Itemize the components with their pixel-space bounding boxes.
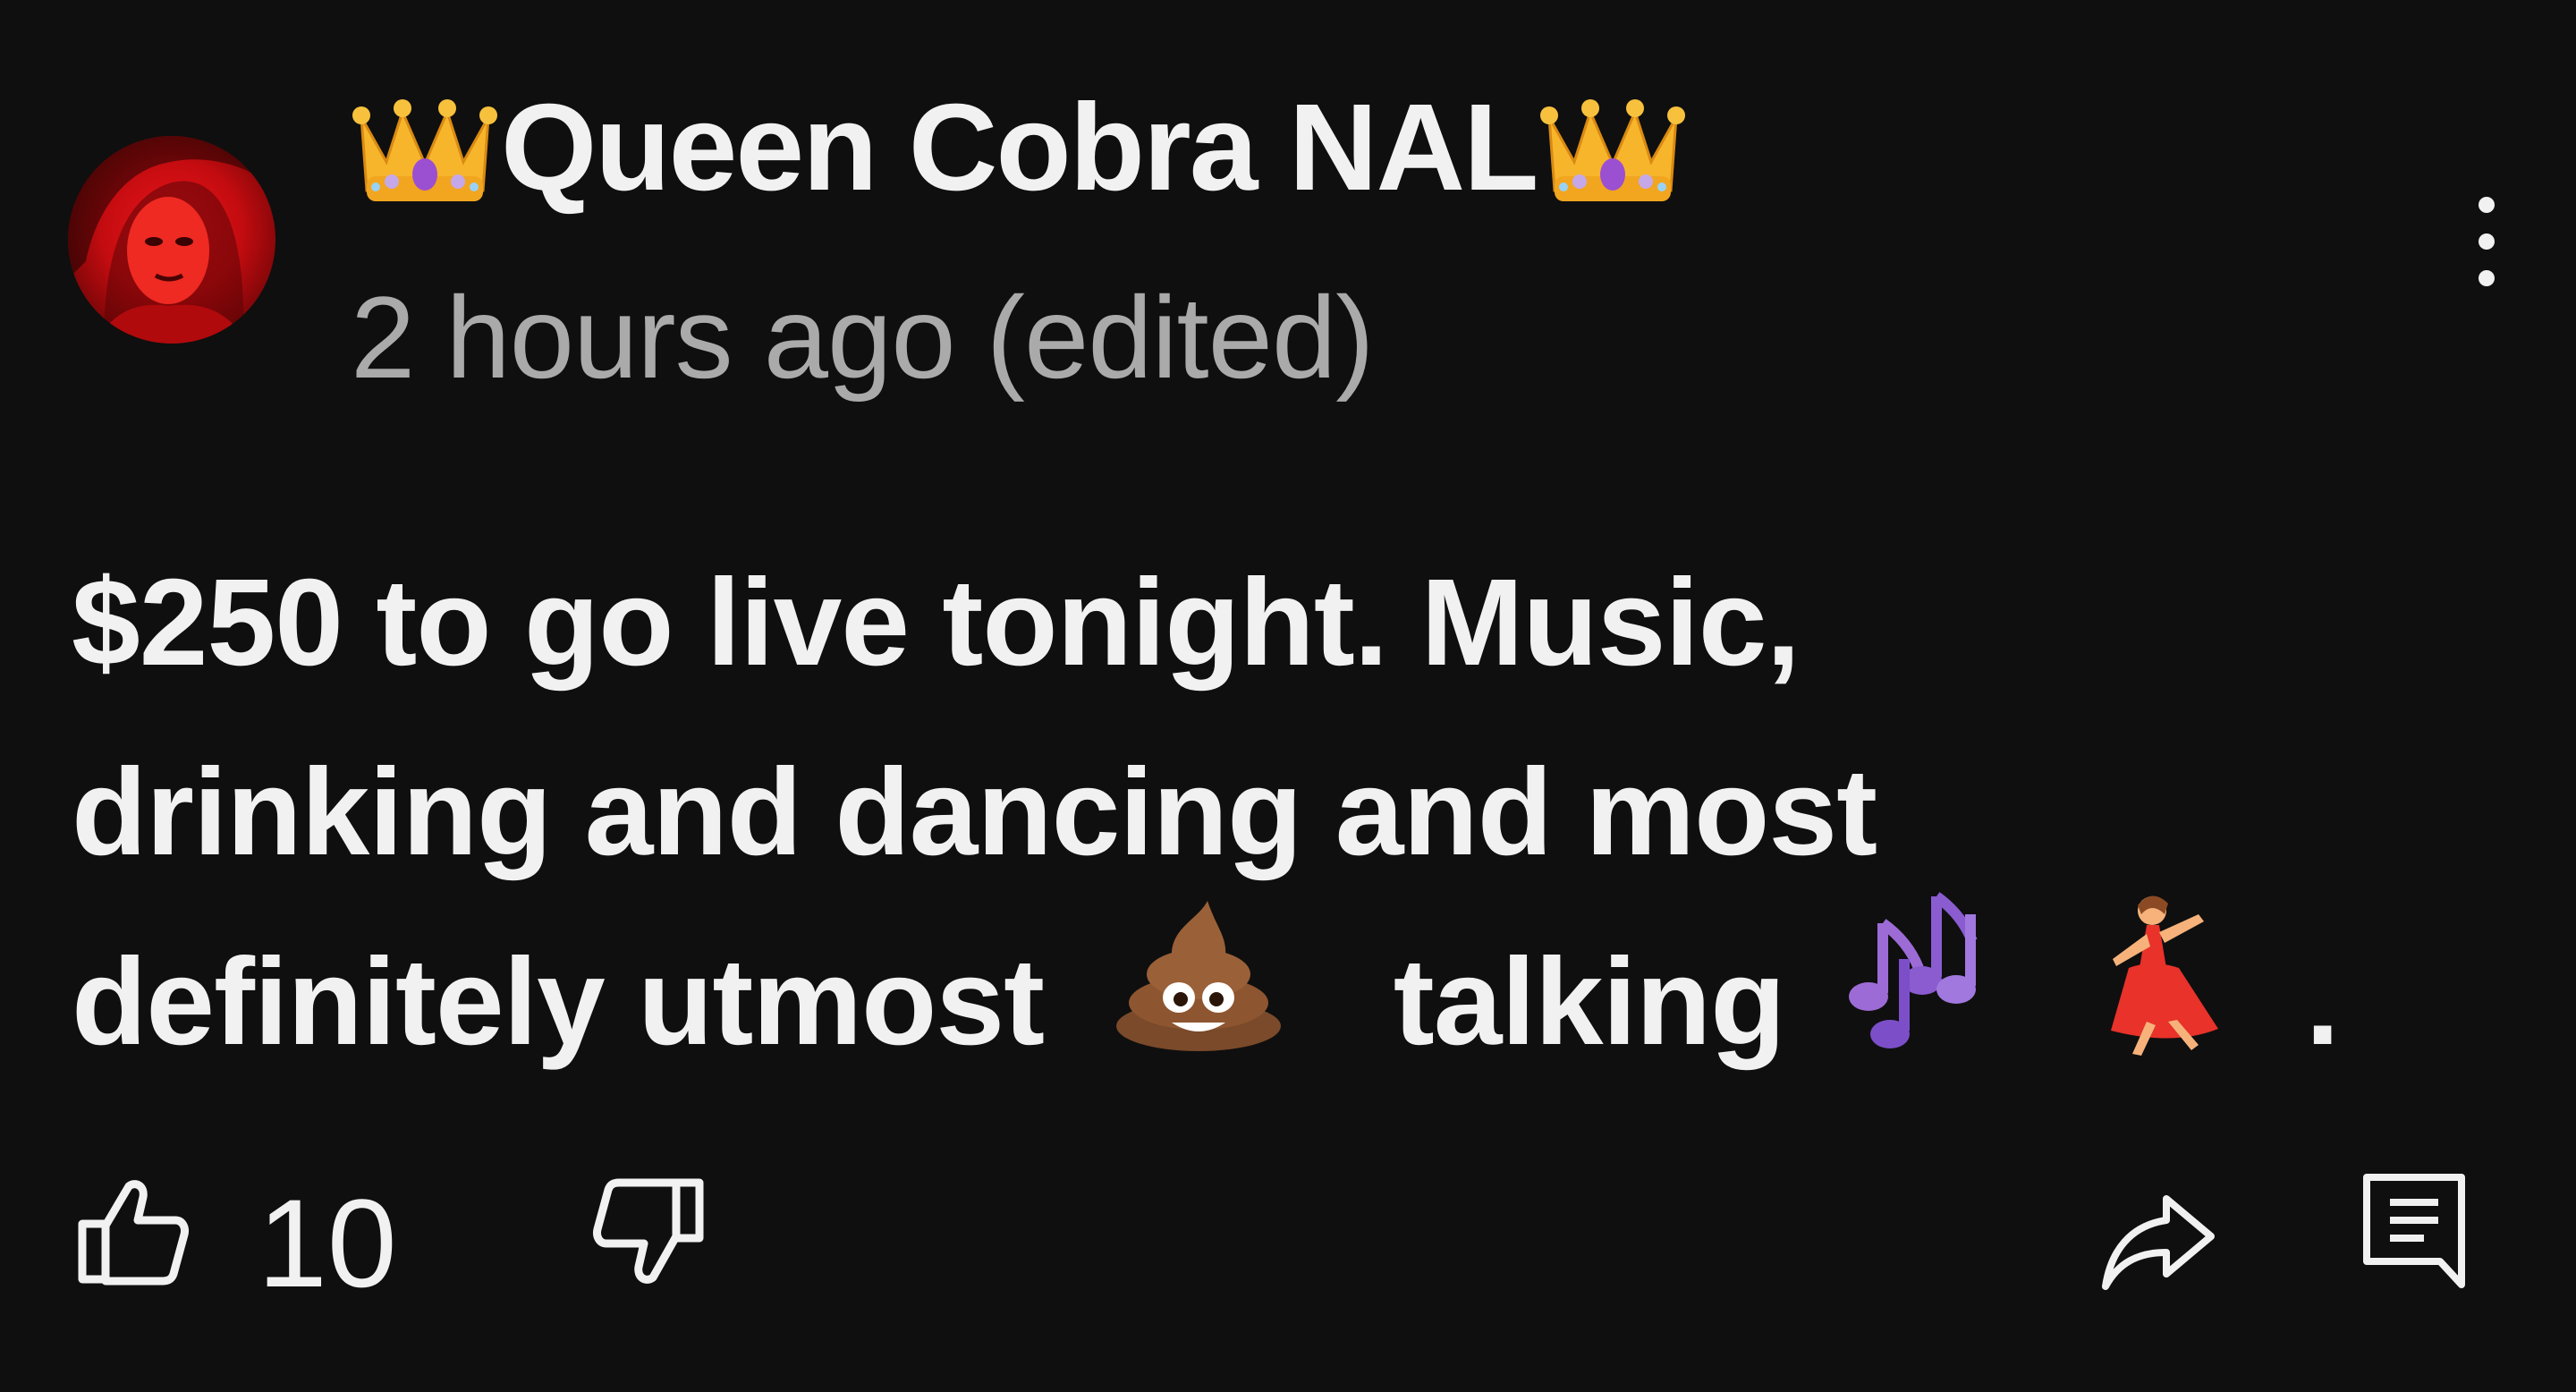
comment-text-segment: talking — [1393, 933, 1786, 1071]
more-vertical-icon[interactable] — [2451, 179, 2522, 304]
pile-of-poo-emoji-icon — [1109, 892, 1288, 1106]
woman-dancing-emoji-icon — [2093, 887, 2227, 1110]
avatar-image — [68, 136, 275, 344]
reply-comment-icon[interactable] — [2361, 1172, 2469, 1297]
comment-text-segment: definitely utmost — [72, 933, 1045, 1071]
crown-emoji-icon — [1537, 76, 1689, 219]
thumbs-up-icon[interactable] — [75, 1174, 191, 1290]
author-row[interactable]: Queen Cobra NAL — [349, 72, 1689, 224]
comment-text-segment: . — [2305, 933, 2340, 1071]
thumbs-down-icon[interactable] — [590, 1174, 707, 1290]
comment-line-1: $250 to go live tonight. Music, — [72, 554, 1801, 692]
like-count: 10 — [258, 1173, 397, 1313]
comment-text: $250 to go live tonight. Music, drinking… — [72, 528, 2361, 1097]
comment-thread: Queen Cobra NAL 2 hours ago (edited) $25… — [0, 0, 2576, 1392]
author-name[interactable]: Queen Cobra NAL — [501, 86, 1538, 209]
crown-emoji-icon — [349, 76, 501, 219]
comment-timestamp[interactable]: 2 hours ago (edited) — [351, 279, 1375, 395]
comment-action-bar: 10 — [0, 1154, 2576, 1315]
musical-notes-emoji-icon — [1836, 887, 2006, 1110]
author-avatar[interactable] — [68, 136, 275, 344]
comment-line-2: drinking and dancing and most — [72, 743, 1877, 881]
share-icon[interactable] — [2102, 1181, 2218, 1297]
comment-line-3: definitely utmost talking . — [72, 892, 2361, 1097]
